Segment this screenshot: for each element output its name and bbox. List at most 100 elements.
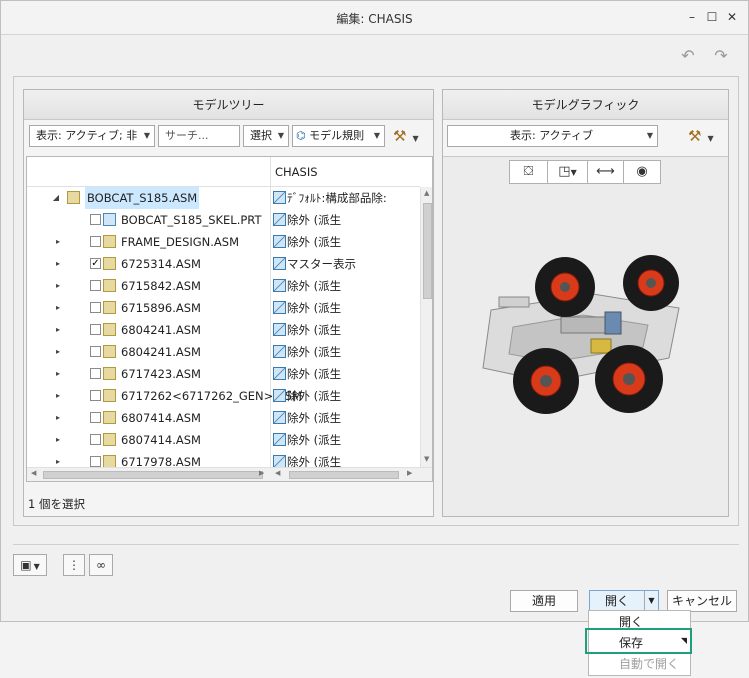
- tree-row[interactable]: ▸ 6804241.ASM 除外 (派生: [27, 341, 420, 363]
- tree-row[interactable]: ▸ 6717262<6717262_GEN>.ASM 除外 (派生: [27, 385, 420, 407]
- tools-icon[interactable]: ⚒ ▼: [688, 125, 728, 147]
- assembly-icon: [103, 389, 116, 402]
- selection-status: 1 個を選択: [28, 497, 85, 511]
- minimize-icon[interactable]: –: [685, 10, 699, 24]
- expand-toggle-icon[interactable]: ▸: [53, 253, 63, 275]
- menu-item-auto-open: 自動で開く: [619, 657, 680, 671]
- row-checkbox[interactable]: [90, 302, 101, 313]
- row-checkbox[interactable]: [90, 214, 101, 225]
- select-dropdown[interactable]: 選択 ▼: [243, 125, 289, 147]
- chevron-down-icon: ▼: [143, 131, 150, 140]
- dialog-window: 編集: CHASIS – ☐ ✕ ↶ ↷ モデルツリー 表示: アクティブ; 非…: [0, 0, 749, 622]
- assembly-icon: [67, 191, 80, 204]
- assembly-icon: [103, 433, 116, 446]
- row-status-text: 除外 (派生: [287, 323, 342, 337]
- tree-row[interactable]: ▸ 6715842.ASM 除外 (派生: [27, 275, 420, 297]
- tree-row[interactable]: ▸ ✓ 6725314.ASM マスター表示: [27, 253, 420, 275]
- redo-icon[interactable]: ↷: [711, 47, 731, 65]
- saved-views-icon[interactable]: ⛋: [510, 161, 548, 183]
- cancel-button[interactable]: キャンセル: [667, 590, 737, 612]
- scroll-right-icon[interactable]: ▶: [407, 469, 412, 477]
- chevron-down-icon: ▼: [373, 131, 380, 140]
- assembly-icon: [103, 411, 116, 424]
- row-checkbox[interactable]: [90, 412, 101, 423]
- display-style-icon[interactable]: ◳▼: [548, 161, 588, 183]
- chevron-down-icon[interactable]: ▼: [644, 591, 658, 611]
- tools-icon[interactable]: ⚒ ▼: [393, 125, 427, 147]
- row-checkbox[interactable]: ✓: [90, 258, 101, 269]
- expand-toggle-icon[interactable]: ▸: [53, 341, 63, 363]
- scroll-up-icon[interactable]: ▲: [424, 189, 429, 197]
- fit-icon[interactable]: ⟷: [588, 161, 624, 183]
- tree-row[interactable]: ▸ 6804241.ASM 除外 (派生: [27, 319, 420, 341]
- tree-structure-icon[interactable]: ⋮: [63, 554, 85, 576]
- graphics-viewport[interactable]: [443, 156, 728, 516]
- row-checkbox[interactable]: [90, 324, 101, 335]
- graphics-display-select[interactable]: 表示: アクティブ ▼: [447, 125, 658, 147]
- tree-row[interactable]: ▸ 6715896.ASM 除外 (派生: [27, 297, 420, 319]
- row-checkbox[interactable]: [90, 346, 101, 357]
- visibility-icon[interactable]: ◉: [624, 161, 660, 183]
- assembly-icon: [103, 279, 116, 292]
- row-status: 除外 (派生: [273, 363, 419, 385]
- scroll-left-icon[interactable]: ◀: [31, 469, 36, 477]
- row-status-text: 除外 (派生: [287, 279, 342, 293]
- status-icon: [273, 301, 286, 314]
- scroll-left-icon[interactable]: ◀: [275, 469, 280, 477]
- column-header: CHASIS: [275, 165, 318, 179]
- vertical-scrollbar[interactable]: ▲ ▼: [420, 187, 432, 467]
- vertical-scroll-thumb[interactable]: [423, 203, 432, 299]
- assembly-icon: [103, 345, 116, 358]
- display-filter-select[interactable]: 表示: アクティブ; 非 ▼: [29, 125, 155, 147]
- row-status: 除外 (派生: [273, 297, 419, 319]
- select-label: 選択: [250, 129, 272, 142]
- row-name: 6804241.ASM: [121, 345, 201, 359]
- scroll-right-icon[interactable]: ▶: [259, 469, 264, 477]
- row-status: 除外 (派生: [273, 341, 419, 363]
- glasses-icon[interactable]: ∞: [89, 554, 113, 576]
- expand-toggle-icon[interactable]: ▸: [53, 297, 63, 319]
- row-status-text: 除外 (派生: [287, 213, 342, 227]
- tree-row[interactable]: BOBCAT_S185_SKEL.PRT 除外 (派生: [27, 209, 420, 231]
- maximize-icon[interactable]: ☐: [705, 10, 719, 24]
- horizontal-scrollbar[interactable]: ◀ ▶ ◀ ▶: [27, 467, 432, 481]
- undo-icon[interactable]: ↶: [678, 47, 698, 65]
- scroll-down-icon[interactable]: ▼: [424, 455, 429, 463]
- expand-toggle-icon[interactable]: ▸: [53, 231, 63, 253]
- status-icon: [273, 235, 286, 248]
- horizontal-scroll-thumb-left[interactable]: [43, 471, 263, 479]
- layout-toggle-icon[interactable]: ▣ ▼: [13, 554, 47, 576]
- search-input[interactable]: サーチ...: [158, 125, 240, 147]
- assembly-icon: [103, 367, 116, 380]
- chevron-down-icon: ▼: [277, 131, 284, 140]
- row-checkbox[interactable]: [90, 390, 101, 401]
- part-icon: [103, 213, 116, 226]
- expand-toggle-icon[interactable]: ▸: [53, 407, 63, 429]
- row-checkbox[interactable]: [90, 368, 101, 379]
- expand-toggle-icon[interactable]: ▸: [53, 275, 63, 297]
- model-tree-list: CHASIS ◢ BOBCAT_S185.ASM ﾃﾞﾌｫﾙﾄ:構成部品除: BOBC…: [26, 156, 433, 482]
- tree-row[interactable]: ◢ BOBCAT_S185.ASM ﾃﾞﾌｫﾙﾄ:構成部品除:: [27, 187, 420, 209]
- expand-toggle-icon[interactable]: ▸: [53, 363, 63, 385]
- tree-row[interactable]: ▸ 6717423.ASM 除外 (派生: [27, 363, 420, 385]
- apply-button[interactable]: 適用: [510, 590, 578, 612]
- expand-toggle-icon[interactable]: ◢: [51, 187, 61, 209]
- row-checkbox[interactable]: [90, 236, 101, 247]
- expand-toggle-icon[interactable]: ▸: [53, 319, 63, 341]
- expand-toggle-icon[interactable]: ▸: [53, 385, 63, 407]
- row-checkbox[interactable]: [90, 456, 101, 467]
- tree-row[interactable]: ▸ FRAME_DESIGN.ASM 除外 (派生: [27, 231, 420, 253]
- row-name: 6807414.ASM: [121, 411, 201, 425]
- tree-row[interactable]: ▸ 6807414.ASM 除外 (派生: [27, 429, 420, 451]
- expand-toggle-icon[interactable]: ▸: [53, 429, 63, 451]
- row-status-text: マスター表示: [287, 257, 356, 271]
- model-rules-dropdown[interactable]: ⌬ モデル規則 ▼: [292, 125, 385, 147]
- row-checkbox[interactable]: [90, 434, 101, 445]
- open-split-button[interactable]: 開く ▼: [589, 590, 659, 612]
- row-name: FRAME_DESIGN.ASM: [121, 235, 240, 249]
- horizontal-scroll-thumb-right[interactable]: [289, 471, 399, 479]
- tree-row[interactable]: ▸ 6807414.ASM 除外 (派生: [27, 407, 420, 429]
- wheel-front-left: [535, 257, 595, 317]
- row-checkbox[interactable]: [90, 280, 101, 291]
- close-icon[interactable]: ✕: [725, 10, 739, 24]
